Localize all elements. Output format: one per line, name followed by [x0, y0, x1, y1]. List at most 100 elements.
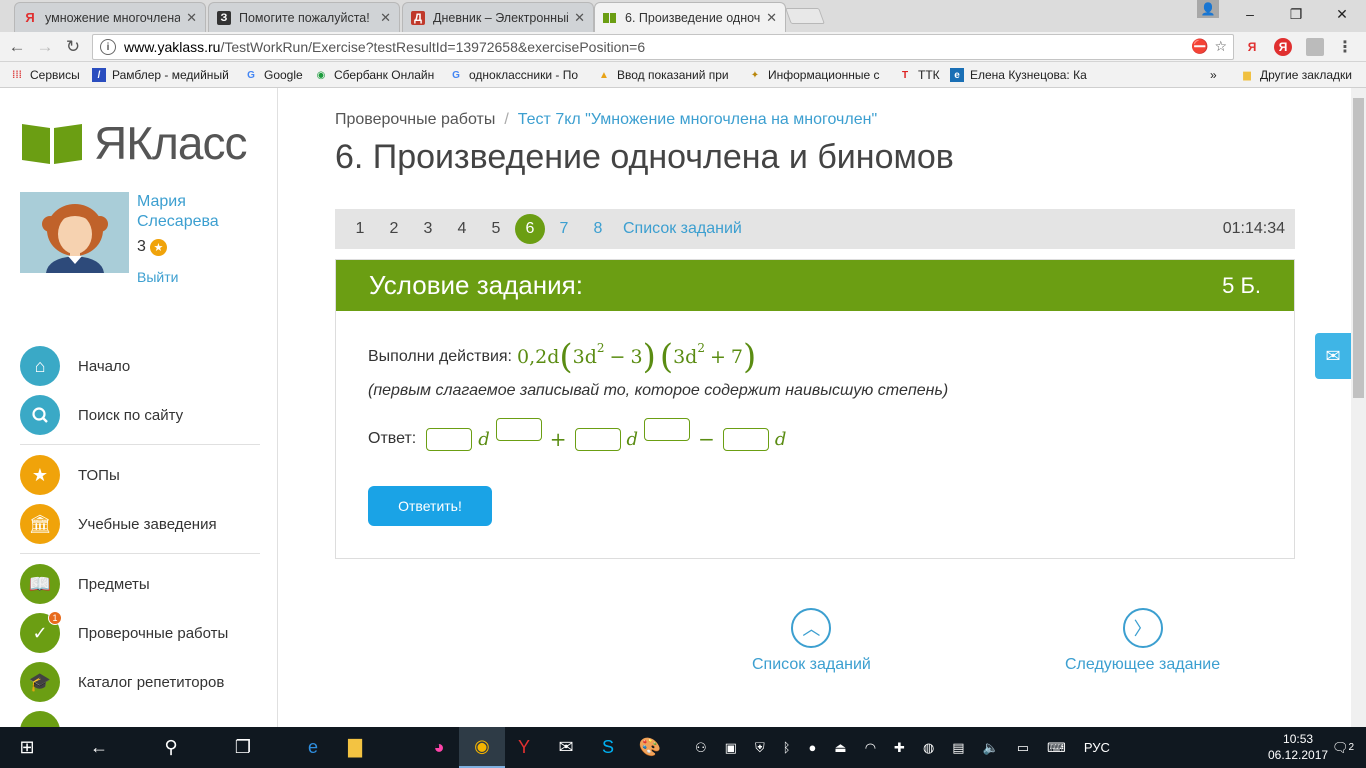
task-number[interactable]: 2 — [377, 220, 411, 238]
coefficient-input-1[interactable] — [426, 427, 473, 451]
task-list-link[interactable]: Список заданий — [623, 220, 742, 238]
bookmark-item[interactable]: Т ТТК — [898, 67, 942, 83]
task-number[interactable]: 1 — [343, 220, 377, 238]
tray-app-icon[interactable]: ● — [809, 740, 817, 755]
extension-icon[interactable] — [1306, 38, 1324, 56]
profile-icon[interactable]: 👤 — [1197, 0, 1219, 18]
bookmark-item[interactable]: ⁞⁞⁞ Сервисы — [10, 67, 85, 83]
bookmark-item[interactable]: ✦ Информационные с — [748, 67, 885, 83]
yandex-extension-icon[interactable]: Я — [1274, 38, 1292, 56]
task-number-current[interactable]: 6 — [515, 214, 545, 244]
address-bar[interactable]: i www.yaklass.ru/TestWorkRun/Exercise?te… — [92, 34, 1234, 60]
coefficient-input-2[interactable] — [574, 427, 621, 451]
info-icon[interactable]: i — [100, 39, 116, 55]
submit-button[interactable]: Ответить! — [368, 486, 492, 526]
keyboard-icon[interactable]: ⌨ — [1047, 740, 1066, 756]
close-icon[interactable]: ✕ — [186, 10, 197, 26]
minimize-button[interactable]: – — [1227, 0, 1273, 28]
tray-app-icon[interactable]: ▤ — [952, 740, 964, 756]
bookmark-item[interactable]: G Google — [244, 67, 306, 83]
browser-tab[interactable]: Д Дневник – Электронный ✕ — [402, 2, 594, 32]
close-icon[interactable]: ✕ — [380, 10, 391, 26]
close-icon[interactable]: ✕ — [766, 10, 777, 26]
search-icon[interactable]: ⚲ — [148, 727, 194, 768]
avatar[interactable] — [20, 192, 129, 273]
shield-icon[interactable]: ⛨ — [755, 740, 765, 756]
sidebar-item-search[interactable]: Поиск по сайту — [20, 395, 183, 435]
close-icon[interactable]: ✕ — [574, 10, 585, 26]
close-window-button[interactable]: ✕ — [1319, 0, 1365, 28]
usb-icon[interactable]: ⏏ — [834, 740, 846, 756]
bookmarks-more[interactable]: » — [1210, 67, 1222, 83]
sidebar-item-home[interactable]: ⌂ Начало — [20, 346, 130, 386]
tray-app-icon[interactable]: ✚ — [894, 740, 905, 756]
user-name[interactable]: Мария Слесарева — [137, 192, 219, 232]
ttk-icon: Т — [901, 69, 909, 81]
bluetooth-icon[interactable]: ᛒ — [783, 740, 791, 755]
exponent-input-2[interactable] — [644, 417, 691, 441]
bookmark-item[interactable]: / Рамблер - медийный — [92, 67, 232, 83]
bookmark-item[interactable]: ▲ Ввод показаний при — [597, 67, 735, 83]
breadcrumb-root[interactable]: Проверочные работы — [335, 111, 495, 128]
volume-icon[interactable]: 🔈 — [983, 740, 999, 756]
bookmark-item[interactable]: ◉ Сбербанк Онлайн — [314, 67, 438, 83]
task-number[interactable]: 5 — [479, 220, 513, 238]
coefficient-input-3[interactable] — [722, 427, 769, 451]
windows-start-icon[interactable]: ⊞ — [4, 727, 50, 768]
battery-icon[interactable]: ▭ — [1017, 740, 1029, 756]
paint-palette-icon[interactable]: 🎨 — [627, 727, 673, 768]
skype-icon[interactable]: S — [585, 727, 631, 768]
task-list-button[interactable]: ︿ Список заданий — [752, 608, 871, 674]
reload-icon[interactable]: ↻ — [62, 36, 84, 58]
logout-link[interactable]: Выйти — [137, 269, 178, 285]
sidebar-item-schools[interactable]: 🏛 Учебные заведения — [20, 504, 217, 544]
yandex-extension-icon[interactable]: Я — [1243, 38, 1261, 56]
paint-icon[interactable]: ◕ — [416, 727, 462, 768]
forward-icon[interactable]: → — [34, 36, 56, 58]
sidebar-item-tests[interactable]: ✓ 1 Проверочные работы — [20, 611, 228, 653]
back-icon[interactable]: ← — [6, 36, 28, 58]
exponent-input-1[interactable] — [495, 417, 542, 441]
scrollbar[interactable] — [1351, 88, 1366, 727]
next-task-button[interactable]: 〉 Следующее задание — [1065, 608, 1220, 674]
browser-toolbar: ← → ↻ i www.yaklass.ru/TestWorkRun/Exerc… — [0, 32, 1366, 62]
browser-tab-active[interactable]: 6. Произведение одноч ✕ — [594, 2, 786, 33]
bookmark-item[interactable]: e Елена Кузнецова: Ка — [950, 67, 1088, 83]
mail-icon[interactable]: ✉ — [543, 727, 589, 768]
feedback-mail-icon[interactable]: ✉ — [1315, 333, 1351, 379]
task-number[interactable]: 7 — [547, 220, 581, 238]
app-tray-icon[interactable]: ▣ — [725, 740, 737, 756]
task-view-icon[interactable]: ❐ — [220, 727, 266, 768]
sidebar-item-subjects[interactable]: 📖 Предметы — [20, 564, 150, 604]
menu-icon[interactable]: ⋮ — [1336, 38, 1354, 56]
logo[interactable]: ЯКласс — [20, 116, 247, 170]
language-indicator[interactable]: РУС — [1084, 740, 1110, 755]
notifications-icon[interactable]: 🗨 2 — [1320, 727, 1366, 768]
sidebar-item-tutors[interactable]: 🎓 Каталог репетиторов — [20, 662, 224, 702]
bookmark-item[interactable]: Gодноклассники - По — [449, 67, 585, 83]
tray-app-icon[interactable]: ◍ — [923, 740, 934, 756]
edge-icon[interactable]: e — [290, 727, 336, 768]
browser-tab[interactable]: Я умножение многочлена ✕ — [14, 2, 206, 32]
bookmark-star-icon[interactable]: ☆ — [1214, 38, 1227, 55]
divider — [20, 553, 260, 554]
task-number[interactable]: 4 — [445, 220, 479, 238]
other-bookmarks[interactable]: ▆ Другие закладки — [1240, 67, 1360, 83]
scrollbar-thumb[interactable] — [1353, 98, 1364, 398]
browser-tab-strip: Я умножение многочлена ✕ З Помогите пожа… — [0, 0, 1366, 33]
back-icon[interactable]: ← — [76, 727, 122, 768]
new-tab-button[interactable] — [785, 8, 825, 24]
people-icon[interactable]: ⚇ — [695, 740, 707, 756]
sidebar-item-tops[interactable]: ★ ТОПы — [20, 455, 120, 495]
browser-tab[interactable]: З Помогите пожалуйста! ✕ — [208, 2, 400, 32]
task-number[interactable]: 3 — [411, 220, 445, 238]
network-icon[interactable]: ◠ — [865, 740, 876, 756]
yandex-browser-icon[interactable]: Y — [501, 727, 547, 768]
chrome-icon[interactable]: ◉ — [459, 727, 505, 768]
restore-button[interactable]: ❐ — [1273, 0, 1319, 28]
cookie-blocked-icon[interactable]: ⛔ — [1191, 38, 1208, 55]
sidebar-item-more[interactable] — [20, 711, 78, 727]
breadcrumb-test[interactable]: Тест 7кл "Умножение многочлена на многоч… — [518, 111, 877, 128]
file-explorer-icon[interactable]: ▇ — [332, 727, 378, 768]
task-number[interactable]: 8 — [581, 220, 615, 238]
